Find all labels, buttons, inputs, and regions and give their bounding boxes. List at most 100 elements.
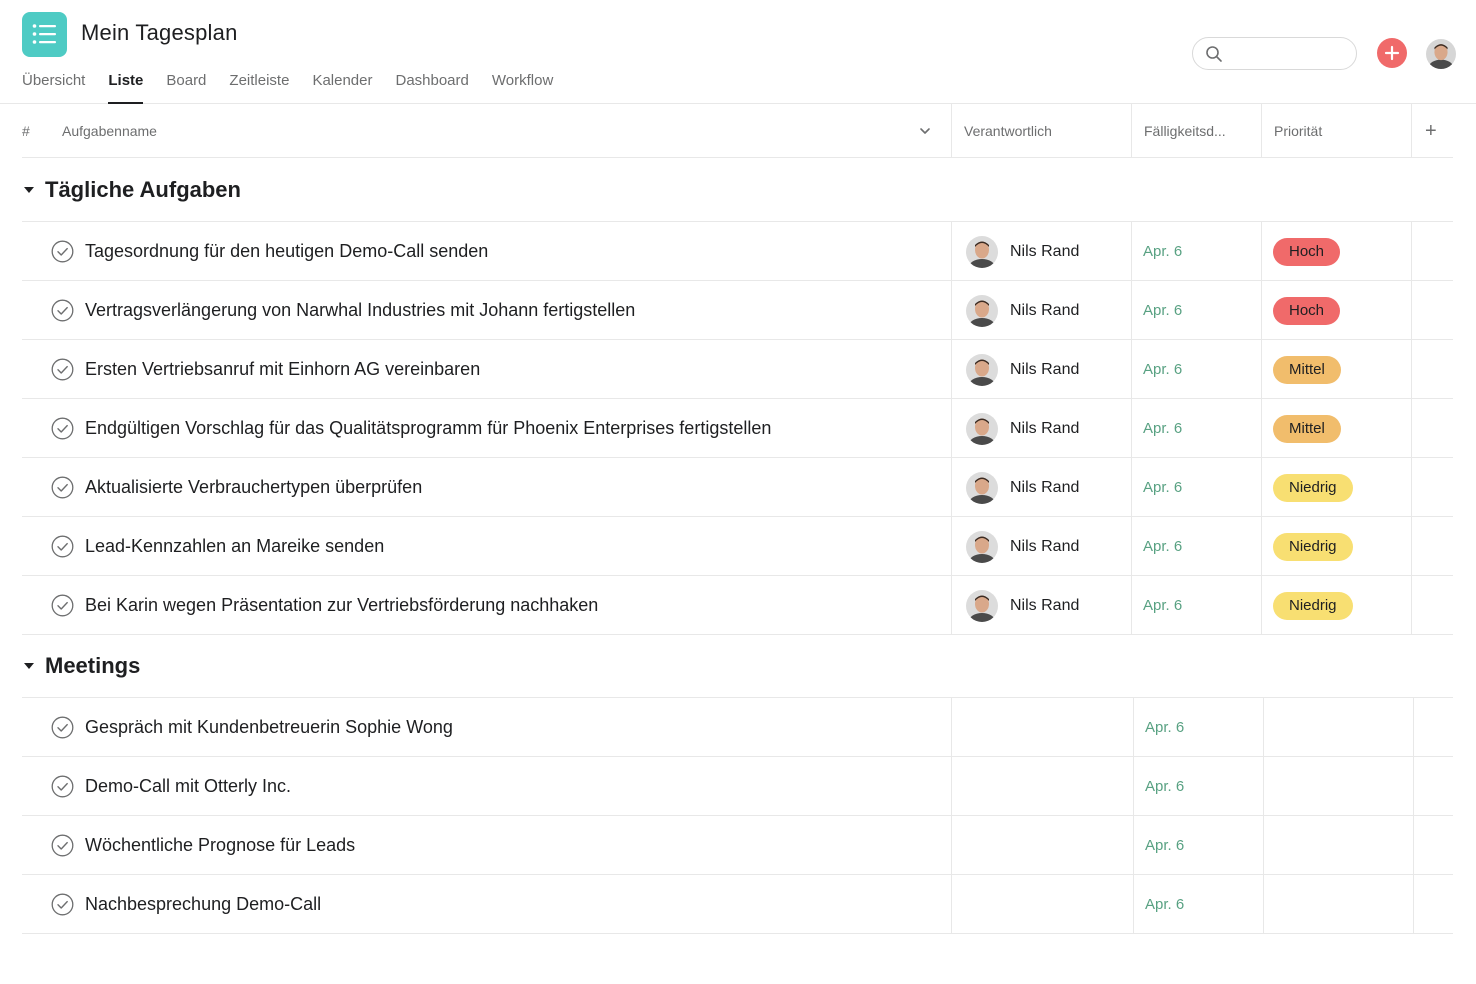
due-date[interactable]: Apr. 6 (1143, 517, 1182, 576)
section-header[interactable]: Tägliche Aufgaben (22, 175, 241, 205)
search-icon (1206, 46, 1222, 62)
top-bar: Mein Tagesplan Übersicht Liste Board Zei… (0, 0, 1476, 104)
task-row[interactable]: Gespräch mit Kundenbetreuerin Sophie Won… (22, 698, 1453, 757)
task-row[interactable]: Ersten Vertriebsanruf mit Einhorn AG ver… (22, 340, 1453, 399)
due-date[interactable]: Apr. 6 (1143, 458, 1182, 517)
complete-task-checkbox[interactable] (51, 775, 74, 798)
cell-divider (1263, 875, 1264, 934)
search-input[interactable] (1229, 43, 1347, 65)
tab-dashboard[interactable]: Dashboard (395, 72, 468, 104)
task-row[interactable]: Wöchentliche Prognose für Leads Apr. 6 (22, 816, 1453, 875)
tab-workflow[interactable]: Workflow (492, 72, 553, 104)
complete-task-checkbox[interactable] (51, 535, 74, 558)
task-name[interactable]: Bei Karin wegen Präsentation zur Vertrie… (85, 576, 598, 635)
assignee-cell[interactable]: Nils Rand (966, 531, 1079, 563)
quick-add-button[interactable] (1377, 38, 1407, 68)
check-circle-icon (51, 299, 74, 322)
due-date[interactable]: Apr. 6 (1143, 399, 1182, 458)
complete-task-checkbox[interactable] (51, 299, 74, 322)
priority-badge[interactable]: Niedrig (1273, 474, 1353, 502)
task-name[interactable]: Lead-Kennzahlen an Mareike senden (85, 517, 384, 576)
assignee-cell[interactable]: Nils Rand (966, 590, 1079, 622)
due-date[interactable]: Apr. 6 (1145, 698, 1184, 757)
task-name[interactable]: Ersten Vertriebsanruf mit Einhorn AG ver… (85, 340, 480, 399)
complete-task-checkbox[interactable] (51, 476, 74, 499)
task-name[interactable]: Aktualisierte Verbrauchertypen überprüfe… (85, 458, 422, 517)
tab-overview[interactable]: Übersicht (22, 72, 85, 104)
cell-divider (1131, 340, 1132, 399)
assignee-cell[interactable]: Nils Rand (966, 354, 1079, 386)
column-priority[interactable]: Priorität (1274, 104, 1322, 158)
due-date[interactable]: Apr. 6 (1145, 875, 1184, 934)
task-name[interactable]: Wöchentliche Prognose für Leads (85, 816, 355, 875)
chevron-down-icon[interactable] (919, 125, 931, 137)
assignee-cell[interactable]: Nils Rand (966, 472, 1079, 504)
cell-divider (951, 875, 952, 934)
column-task-name[interactable]: Aufgabenname (62, 104, 157, 158)
priority-badge[interactable]: Mittel (1273, 415, 1341, 443)
check-circle-icon (51, 716, 74, 739)
cell-divider (1131, 576, 1132, 635)
column-header-row: # Aufgabenname Verantwortlich Fälligkeit… (22, 104, 1453, 158)
task-name[interactable]: Tagesordnung für den heutigen Demo-Call … (85, 222, 488, 281)
column-assignee[interactable]: Verantwortlich (964, 104, 1052, 158)
tab-calendar[interactable]: Kalender (312, 72, 372, 104)
due-date[interactable]: Apr. 6 (1145, 816, 1184, 875)
due-date[interactable]: Apr. 6 (1143, 340, 1182, 399)
priority-badge[interactable]: Hoch (1273, 238, 1341, 266)
task-row[interactable]: Bei Karin wegen Präsentation zur Vertrie… (22, 576, 1453, 635)
caret-down-icon[interactable] (22, 659, 36, 673)
task-name[interactable]: Nachbesprechung Demo-Call (85, 875, 321, 934)
priority-badge[interactable]: Mittel (1273, 356, 1341, 384)
task-row[interactable]: Vertragsverlängerung von Narwhal Industr… (22, 281, 1453, 340)
task-row[interactable]: Endgültigen Vorschlag für das Qualitätsp… (22, 399, 1453, 458)
complete-task-checkbox[interactable] (51, 417, 74, 440)
section-title[interactable]: Tägliche Aufgaben (45, 177, 241, 203)
cell-divider (1413, 698, 1414, 757)
complete-task-checkbox[interactable] (51, 240, 74, 263)
project-icon[interactable] (22, 12, 67, 57)
cell-divider (1263, 816, 1264, 875)
complete-task-checkbox[interactable] (51, 716, 74, 739)
task-row[interactable]: Aktualisierte Verbrauchertypen überprüfe… (22, 458, 1453, 517)
task-name[interactable]: Gespräch mit Kundenbetreuerin Sophie Won… (85, 698, 453, 757)
complete-task-checkbox[interactable] (51, 834, 74, 857)
caret-down-icon[interactable] (22, 183, 36, 197)
complete-task-checkbox[interactable] (51, 594, 74, 617)
priority-badge[interactable]: Hoch (1273, 297, 1341, 325)
task-row[interactable]: Lead-Kennzahlen an Mareike senden Nils Ra… (22, 517, 1453, 576)
section-title[interactable]: Meetings (45, 653, 140, 679)
priority-badge[interactable]: Niedrig (1273, 533, 1353, 561)
tab-timeline[interactable]: Zeitleiste (229, 72, 289, 104)
cell-divider (1261, 517, 1262, 576)
assignee-cell[interactable]: Nils Rand (966, 295, 1079, 327)
tab-board[interactable]: Board (166, 72, 206, 104)
check-circle-icon (51, 594, 74, 617)
tab-list[interactable]: Liste (108, 72, 144, 104)
user-avatar[interactable] (1426, 39, 1456, 69)
avatar (966, 413, 998, 445)
project-title[interactable]: Mein Tagesplan (81, 20, 238, 46)
task-name[interactable]: Endgültigen Vorschlag für das Qualitätsp… (85, 399, 771, 458)
due-date[interactable]: Apr. 6 (1143, 576, 1182, 635)
search-box[interactable] (1192, 37, 1357, 70)
task-row[interactable]: Tagesordnung für den heutigen Demo-Call … (22, 222, 1453, 281)
add-column-button[interactable]: + (1425, 104, 1437, 158)
task-row[interactable]: Nachbesprechung Demo-Call Apr. 6 (22, 875, 1453, 934)
check-circle-icon (51, 476, 74, 499)
complete-task-checkbox[interactable] (51, 358, 74, 381)
due-date[interactable]: Apr. 6 (1145, 757, 1184, 816)
task-name[interactable]: Demo-Call mit Otterly Inc. (85, 757, 291, 816)
due-date[interactable]: Apr. 6 (1143, 222, 1182, 281)
assignee-cell[interactable]: Nils Rand (966, 236, 1079, 268)
due-date[interactable]: Apr. 6 (1143, 281, 1182, 340)
column-due-date[interactable]: Fälligkeitsd... (1144, 104, 1226, 158)
assignee-cell[interactable]: Nils Rand (966, 413, 1079, 445)
cell-divider (951, 222, 952, 281)
section-header[interactable]: Meetings (22, 651, 140, 681)
task-name[interactable]: Vertragsverlängerung von Narwhal Industr… (85, 281, 635, 340)
complete-task-checkbox[interactable] (51, 893, 74, 916)
cell-divider (1131, 281, 1132, 340)
priority-badge[interactable]: Niedrig (1273, 592, 1353, 620)
task-row[interactable]: Demo-Call mit Otterly Inc. Apr. 6 (22, 757, 1453, 816)
